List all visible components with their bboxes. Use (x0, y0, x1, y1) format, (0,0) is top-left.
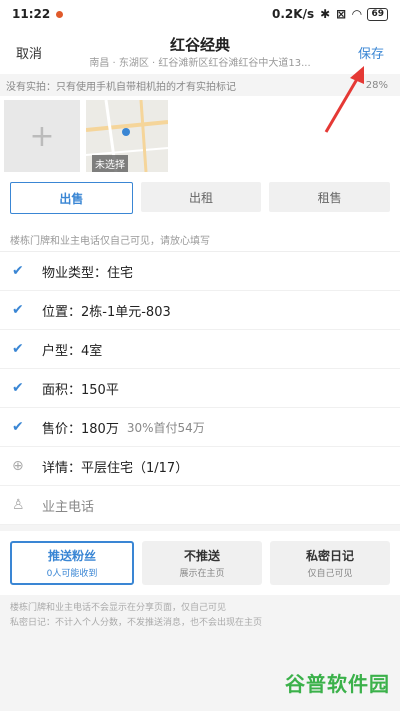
field-label: 户型：4室 (42, 343, 103, 359)
tab-rent-or-sale[interactable]: 租售 (269, 182, 391, 212)
check-icon: ✔ (12, 419, 24, 435)
field-price[interactable]: ✔ 售价：180万 30%首付54万 (0, 408, 400, 447)
down-payment-note: 30%首付54万 (126, 420, 205, 435)
page-title: 红谷经典 (169, 36, 230, 54)
option-title: 推送粉丝 (47, 549, 96, 563)
mute-icon: ⊠ (336, 7, 347, 21)
push-to-fans-button[interactable]: 推送粉丝 0人可能收到 (10, 541, 134, 585)
app-notification-icon (56, 10, 64, 18)
check-icon: ✔ (12, 302, 24, 318)
privacy-hint: 楼栋门牌和业主电话仅自己可见，请放心填写 (0, 226, 400, 252)
option-subtitle: 仅自己可见 (307, 569, 353, 579)
option-title: 私密日记 (305, 549, 354, 563)
listing-type-tabs: 出售 出租 租售 (0, 176, 400, 226)
private-diary-button[interactable]: 私密日记 仅自己可见 (270, 541, 390, 585)
red-arrow-annotation (324, 66, 364, 133)
field-label: 详情：平层住宅（1/17） (42, 460, 189, 476)
option-subtitle: 0人可能收到 (46, 569, 98, 579)
field-location[interactable]: ✔ 位置：2栋-1单元-803 (0, 291, 400, 330)
add-photo-button[interactable]: + (4, 100, 80, 172)
option-subtitle: 展示在主页 (179, 569, 225, 579)
field-area[interactable]: ✔ 面积：150平 (0, 369, 400, 408)
status-bar: 11:22 0.2K/s ✱ ⊠ ◠ 69 (0, 0, 400, 28)
option-title: 不推送 (183, 549, 220, 563)
field-label: 物业类型：住宅 (42, 265, 134, 281)
notice-text: 没有实拍：只有使用手机自带相机拍的才有实拍标记 (6, 81, 236, 93)
field-details[interactable]: ⊕ 详情：平层住宅（1/17） (0, 447, 400, 486)
field-label: 位置：2栋-1单元-803 (42, 304, 171, 320)
clock: 11:22 (12, 7, 51, 21)
tab-sale[interactable]: 出售 (10, 182, 133, 214)
battery-icon: 69 (367, 7, 388, 21)
bluetooth-icon: ✱ (320, 7, 331, 21)
property-fields: ✔ 物业类型：住宅 ✔ 位置：2栋-1单元-803 ✔ 户型：4室 ✔ 面积：1… (0, 252, 400, 525)
check-icon: ✔ (12, 263, 24, 279)
check-icon: ✔ (12, 380, 24, 396)
add-circle-icon: ⊕ (12, 458, 24, 474)
person-icon: ♙ (12, 497, 25, 513)
map-thumbnail[interactable]: 未选择 (86, 100, 168, 172)
footnote-line: 楼栋门牌和业主电话不会显示在分享页面，仅自己可见 (10, 603, 227, 613)
field-label: 业主电话 (42, 499, 95, 515)
publish-options: 推送粉丝 0人可能收到 不推送 展示在主页 私密日记 仅自己可见 (0, 525, 400, 595)
field-layout[interactable]: ✔ 户型：4室 (0, 330, 400, 369)
no-push-button[interactable]: 不推送 展示在主页 (142, 541, 262, 585)
watermark-logo: 谷普软件园 (285, 672, 390, 696)
field-label: 面积：150平 (42, 382, 119, 398)
wifi-icon: ◠ (352, 7, 362, 21)
tab-rent[interactable]: 出租 (140, 182, 262, 212)
field-owner-phone[interactable]: ♙ 业主电话 (0, 486, 400, 525)
field-label: 售价：180万 (42, 421, 119, 437)
address-subtitle: 南昌 · 东湖区 · 红谷滩新区红谷滩红谷中大道13... (89, 58, 311, 69)
field-property-type[interactable]: ✔ 物业类型：住宅 (0, 252, 400, 291)
footnote: 楼栋门牌和业主电话不会显示在分享页面，仅自己可见 私密日记：不计入个人分数，不发… (0, 595, 400, 637)
network-speed: 0.2K/s (272, 7, 315, 21)
check-icon: ✔ (12, 341, 24, 357)
plus-icon: + (29, 118, 55, 154)
footnote-line: 私密日记：不计入个人分数，不发推送消息，也不会出现在主页 (10, 618, 263, 628)
map-status-label: 未选择 (92, 155, 128, 172)
save-button[interactable]: 保存 (358, 43, 384, 62)
